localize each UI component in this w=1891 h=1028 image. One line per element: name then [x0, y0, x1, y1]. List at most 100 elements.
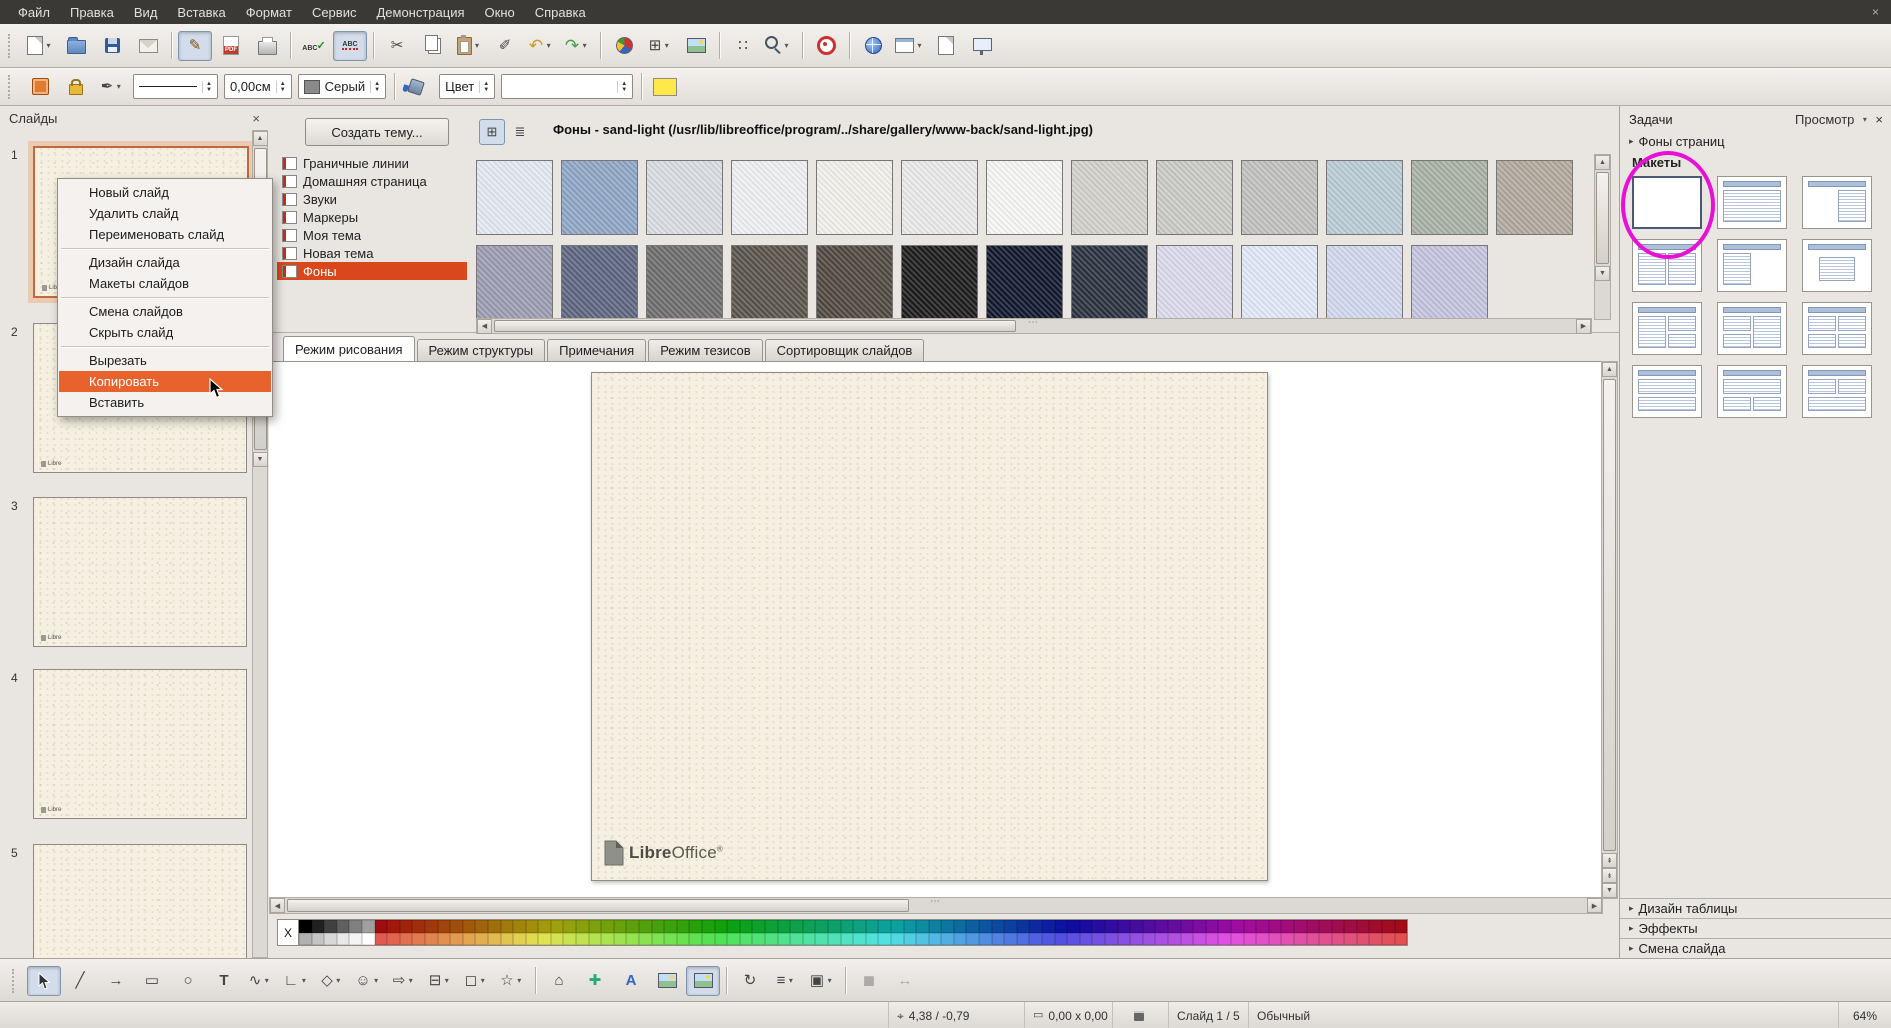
color-swatch[interactable]: [1344, 933, 1357, 946]
color-swatch[interactable]: [841, 920, 854, 933]
scroll-right-icon[interactable]: ▶: [1576, 319, 1591, 334]
color-swatch[interactable]: [664, 920, 677, 933]
color-swatch[interactable]: [1256, 933, 1269, 946]
color-swatch[interactable]: [1231, 933, 1244, 946]
gallery-theme-item[interactable]: Граничные линии: [277, 154, 467, 172]
color-swatch[interactable]: [866, 920, 879, 933]
color-swatch[interactable]: [438, 920, 451, 933]
color-swatch[interactable]: [488, 933, 501, 946]
gallery-texture-thumbnail[interactable]: [646, 160, 723, 235]
copy-button[interactable]: [416, 31, 450, 61]
gallery-texture-thumbnail[interactable]: [1071, 160, 1148, 235]
color-swatch[interactable]: [1067, 920, 1080, 933]
color-swatch[interactable]: [1080, 933, 1093, 946]
context-menu-item[interactable]: Новый слайд: [59, 182, 271, 203]
color-swatch[interactable]: [1155, 920, 1168, 933]
color-swatch[interactable]: [526, 920, 539, 933]
color-swatch[interactable]: [778, 920, 791, 933]
interaction-button[interactable]: ↔: [888, 966, 922, 996]
basic-shapes-button[interactable]: ◇▾: [315, 966, 349, 996]
layout-thumbnail[interactable]: [1632, 176, 1702, 229]
color-swatch[interactable]: [916, 933, 929, 946]
area-style-button[interactable]: [401, 72, 435, 102]
color-swatch[interactable]: [337, 933, 350, 946]
gallery-icon-view-button[interactable]: ⊞: [479, 119, 505, 145]
gallery-texture-thumbnail[interactable]: [476, 160, 553, 235]
color-swatch[interactable]: [1369, 933, 1382, 946]
workspace-horizontal-scrollbar[interactable]: ◀ ⋯ ▶: [269, 897, 1603, 914]
color-swatch[interactable]: [324, 933, 337, 946]
collapsed-section[interactable]: ▸ Смена слайда: [1620, 938, 1891, 958]
slide-thumbnail[interactable]: Libre: [33, 669, 247, 819]
color-swatch[interactable]: [488, 920, 501, 933]
edit-points-button[interactable]: ⌂: [542, 966, 576, 996]
rectangle-tool-button[interactable]: ▭: [135, 966, 169, 996]
color-swatch[interactable]: [576, 920, 589, 933]
scrollbar-thumb[interactable]: [1596, 172, 1609, 264]
color-swatch[interactable]: [1042, 920, 1055, 933]
color-swatch[interactable]: [878, 920, 891, 933]
color-swatch[interactable]: [400, 933, 413, 946]
fill-type-select[interactable]: Цвет▲▼: [439, 74, 495, 99]
export-pdf-button[interactable]: PDF: [214, 31, 248, 61]
gallery-texture-thumbnail[interactable]: [901, 245, 978, 320]
color-swatch[interactable]: [1055, 933, 1068, 946]
gallery-theme-item[interactable]: Звуки: [277, 190, 467, 208]
context-menu-item[interactable]: Скрыть слайд: [59, 322, 271, 343]
color-swatch[interactable]: [551, 933, 564, 946]
color-swatch[interactable]: [551, 920, 564, 933]
gallery-texture-thumbnail[interactable]: [476, 245, 553, 320]
color-swatch[interactable]: [740, 933, 753, 946]
gallery-texture-thumbnail[interactable]: [986, 245, 1063, 320]
layout-thumbnail[interactable]: [1717, 176, 1787, 229]
scroll-down-icon[interactable]: ▼: [253, 452, 268, 467]
color-swatch[interactable]: [853, 920, 866, 933]
color-swatch[interactable]: [752, 920, 765, 933]
gallery-texture-thumbnail[interactable]: [731, 160, 808, 235]
color-swatch[interactable]: [1281, 933, 1294, 946]
color-swatch[interactable]: [841, 933, 854, 946]
color-swatch[interactable]: [1155, 933, 1168, 946]
ellipse-tool-button[interactable]: ○: [171, 966, 205, 996]
color-swatch[interactable]: [916, 920, 929, 933]
color-swatch[interactable]: [740, 920, 753, 933]
color-swatch[interactable]: [1105, 933, 1118, 946]
color-swatch[interactable]: [689, 920, 702, 933]
presentation-styles-button[interactable]: [809, 31, 843, 61]
color-swatch[interactable]: [765, 933, 778, 946]
menubar-item[interactable]: Правка: [60, 2, 124, 23]
color-swatch[interactable]: [1382, 920, 1395, 933]
layout-thumbnail[interactable]: [1802, 365, 1872, 418]
color-swatch[interactable]: [1042, 933, 1055, 946]
color-swatch[interactable]: [1143, 920, 1156, 933]
color-swatch[interactable]: [1130, 920, 1143, 933]
gallery-button[interactable]: [679, 31, 713, 61]
color-swatch[interactable]: [1029, 933, 1042, 946]
spelling-button[interactable]: ABC✓: [297, 31, 331, 61]
color-swatch[interactable]: [803, 933, 816, 946]
color-swatch[interactable]: [1332, 920, 1345, 933]
layout-thumbnail[interactable]: [1802, 176, 1872, 229]
gallery-texture-thumbnail[interactable]: [1156, 245, 1233, 320]
color-swatch[interactable]: [1055, 920, 1068, 933]
line-color-select[interactable]: Серый▲▼: [298, 74, 386, 99]
gallery-texture-thumbnail[interactable]: [1411, 245, 1488, 320]
color-swatch[interactable]: [1181, 933, 1194, 946]
slide-thumbnail[interactable]: Libre: [33, 844, 247, 958]
color-swatch[interactable]: [878, 933, 891, 946]
menubar-item[interactable]: Файл: [8, 2, 60, 23]
color-swatch[interactable]: [400, 920, 413, 933]
gallery-texture-thumbnail[interactable]: [1326, 160, 1403, 235]
color-swatch[interactable]: [1395, 920, 1408, 933]
display-grid-button[interactable]: ∷: [726, 31, 760, 61]
menubar-item[interactable]: Справка: [525, 2, 596, 23]
color-swatch[interactable]: [652, 920, 665, 933]
color-swatch[interactable]: [601, 933, 614, 946]
gallery-horizontal-scrollbar[interactable]: ◀ ⋯ ▶: [476, 318, 1592, 334]
context-menu-item[interactable]: Переименовать слайд: [59, 224, 271, 245]
color-swatch[interactable]: [1206, 920, 1219, 933]
context-menu-item[interactable]: Вставить: [59, 392, 271, 413]
workspace-vertical-scrollbar[interactable]: ▲ ⇞ ⇟ ▼: [1601, 361, 1618, 899]
color-swatch[interactable]: [1256, 920, 1269, 933]
color-swatch[interactable]: [1004, 933, 1017, 946]
